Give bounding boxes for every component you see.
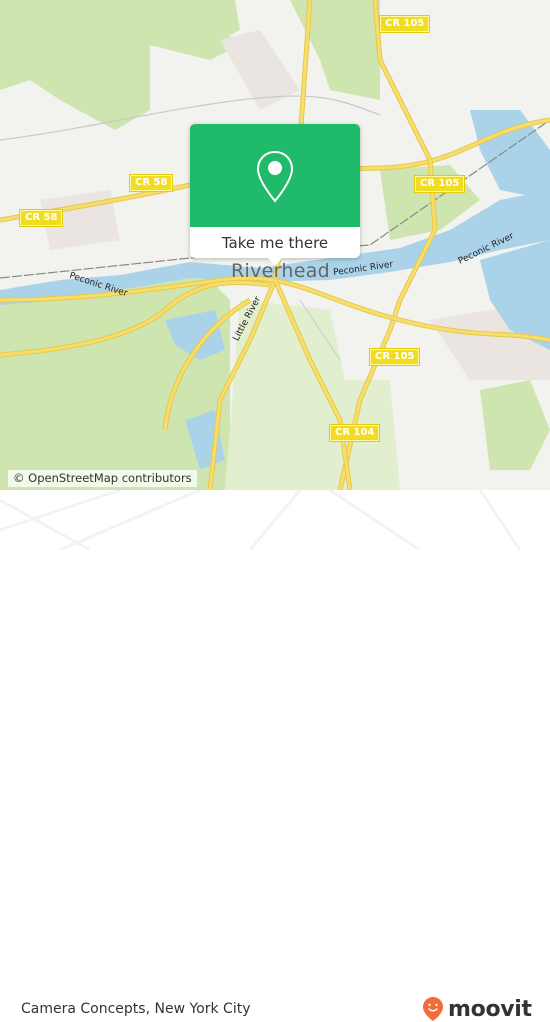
road-shield: CR 105 bbox=[413, 175, 466, 193]
location-popup: Take me there bbox=[190, 124, 360, 266]
popup-tail bbox=[267, 257, 283, 266]
take-me-there-button[interactable]: Take me there bbox=[190, 227, 360, 258]
moovit-logo[interactable]: moovit bbox=[422, 996, 532, 1022]
forest-area bbox=[0, 270, 230, 490]
road-shield: CR 58 bbox=[18, 209, 64, 227]
moovit-smile-pin-icon bbox=[423, 997, 443, 1021]
footer-map-pattern bbox=[0, 490, 522, 550]
footer: Camera Concepts, New York City moovit bbox=[0, 490, 550, 1022]
road-shield: CR 58 bbox=[128, 174, 174, 192]
road-shield: CR 105 bbox=[368, 348, 421, 366]
map-view[interactable]: CR 105 CR 58 CR 58 CR 105 CR 105 CR 104 … bbox=[0, 0, 550, 490]
map-pin-icon bbox=[256, 150, 294, 203]
park-area bbox=[225, 300, 400, 490]
road-shield: CR 104 bbox=[328, 424, 381, 442]
place-name: Camera Concepts, New York City bbox=[21, 1001, 251, 1017]
forest-area bbox=[480, 380, 550, 470]
popup-header bbox=[190, 124, 360, 227]
moovit-wordmark: moovit bbox=[448, 996, 532, 1022]
road-shield: CR 105 bbox=[378, 15, 431, 33]
map-attribution[interactable]: © OpenStreetMap contributors bbox=[8, 470, 197, 487]
